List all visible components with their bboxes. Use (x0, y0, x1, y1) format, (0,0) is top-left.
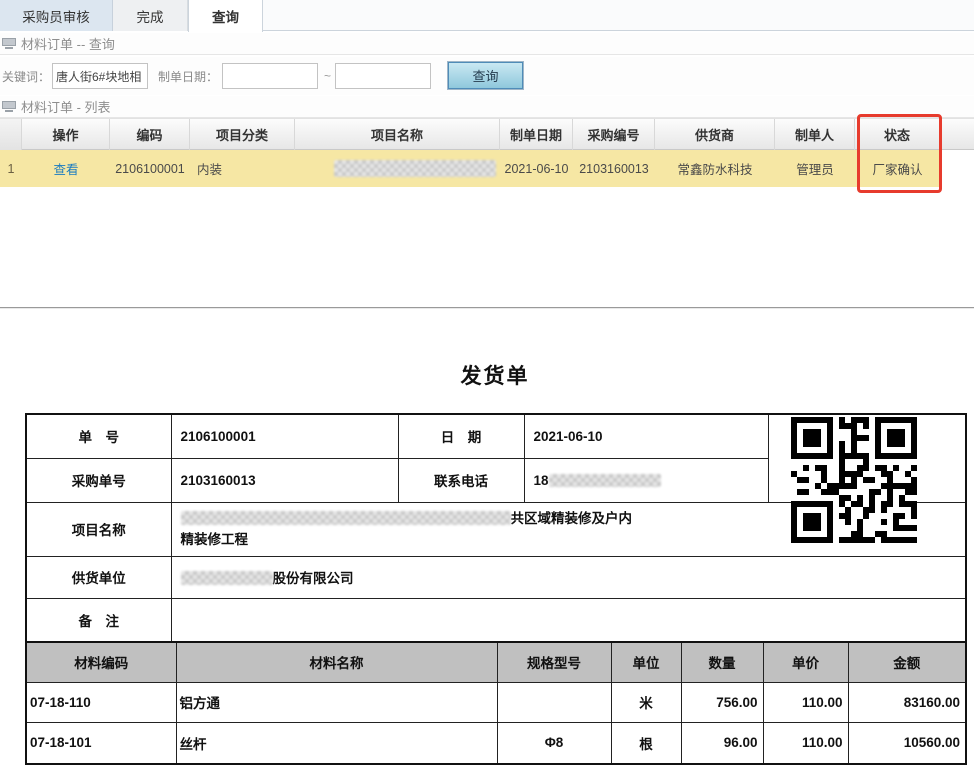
view-link[interactable]: 查看 (53, 159, 78, 178)
supplier-value: 股份有限公司 (171, 556, 966, 598)
app-screen: 采购员审核 完成 查询 材料订单 -- 查询 关键词： 制单日期： ~ 查询 材… (0, 0, 974, 767)
col-supplier: 供货商 (655, 119, 775, 150)
creator-cell: 管理员 (775, 150, 855, 187)
redacted-project-prefix (181, 511, 511, 525)
order-no-value: 2106100001 (171, 414, 398, 458)
materials-table: 材料编码 材料名称 规格型号 单位 数量 单价 金额 07-18-110 铝方通… (25, 641, 967, 765)
redacted-phone (549, 474, 661, 487)
row-number-header (0, 119, 22, 150)
project-visible-text: 共区域精装修及户内 (511, 511, 633, 526)
mat-name: 铝方通 (176, 682, 497, 722)
order-date-cell: 2021-06-10 (500, 150, 573, 187)
keyword-input[interactable] (52, 63, 148, 89)
qr-finder-icon (791, 417, 833, 459)
mat-price: 110.00 (763, 722, 848, 764)
col-purchase-no: 采购编号 (573, 119, 655, 150)
project-label: 项目名称 (26, 502, 171, 556)
row-number: 1 (0, 150, 22, 187)
purchase-no-cell: 2103160013 (573, 150, 655, 187)
delivery-note: 单 号 2106100001 日 期 2021-06-10 采购单号 21031… (25, 413, 965, 765)
phone-label: 联系电话 (398, 458, 524, 502)
qr-finder-icon (791, 501, 833, 543)
mat-code: 07-18-101 (26, 722, 176, 764)
document-title: 发货单 (25, 360, 965, 390)
material-row: 07-18-101 丝杆 Φ8 根 96.00 110.00 10560.00 (26, 722, 966, 764)
supplier-cell: 常鑫防水科技 (655, 150, 775, 187)
status-cell: 厂家确认 (855, 150, 940, 187)
panel-divider (0, 307, 974, 309)
redacted-project-name (334, 160, 496, 177)
mat-col-code: 材料编码 (26, 642, 176, 682)
tab-purchaser-review[interactable]: 采购员审核 (0, 0, 113, 31)
query-section-title: 材料订单 -- 查询 (21, 34, 115, 53)
tab-label: 查询 (212, 6, 239, 26)
col-order-date: 制单日期 (500, 119, 573, 150)
col-code: 编码 (110, 119, 190, 150)
qr-finder-icon (875, 417, 917, 459)
mat-qty: 756.00 (681, 682, 763, 722)
qr-code (791, 417, 917, 543)
date-value: 2021-06-10 (524, 414, 768, 458)
mat-col-price: 单价 (763, 642, 848, 682)
category-cell: 内装 (190, 150, 295, 187)
tab-label: 采购员审核 (22, 6, 90, 26)
list-section-title: 材料订单 - 列表 (21, 97, 111, 116)
mat-col-amount: 金额 (848, 642, 966, 682)
mat-amount: 83160.00 (848, 682, 966, 722)
date-label: 日 期 (398, 414, 524, 458)
tab-complete[interactable]: 完成 (113, 0, 188, 31)
query-toolbar: 关键词： 制单日期： ~ 查询 (0, 57, 974, 95)
phone-prefix: 18 (534, 473, 549, 488)
mat-col-name: 材料名称 (176, 642, 497, 682)
mat-qty: 96.00 (681, 722, 763, 764)
mat-spec (497, 682, 611, 722)
col-status: 状态 (855, 119, 940, 150)
project-name-cell (295, 150, 500, 187)
material-row: 07-18-110 铝方通 米 756.00 110.00 83160.00 (26, 682, 966, 722)
mat-unit: 根 (611, 722, 681, 764)
redacted-supplier-prefix (181, 571, 273, 585)
remark-label: 备 注 (26, 598, 171, 642)
list-table-header: 操作 编码 项目分类 项目名称 制单日期 采购编号 供货商 制单人 状态 (0, 118, 974, 150)
mat-amount: 10560.00 (848, 722, 966, 764)
range-separator: ~ (324, 69, 331, 83)
supplier-visible-text: 股份有限公司 (273, 571, 354, 586)
order-no-label: 单 号 (26, 414, 171, 458)
monitor-icon (2, 38, 16, 49)
monitor-icon (2, 101, 16, 112)
col-filler (940, 119, 974, 150)
list-section-header: 材料订单 - 列表 (0, 96, 974, 118)
mat-name: 丝杆 (176, 722, 497, 764)
date-from-input[interactable] (222, 63, 318, 89)
mat-col-spec: 规格型号 (497, 642, 611, 682)
tab-query-active[interactable]: 查询 (188, 0, 263, 32)
date-label: 制单日期： (158, 68, 218, 85)
query-section-header: 材料订单 -- 查询 (0, 33, 974, 55)
col-creator: 制单人 (775, 119, 855, 150)
mat-spec: Φ8 (497, 722, 611, 764)
code-cell: 2106100001 (110, 150, 190, 187)
remark-value (171, 598, 966, 642)
action-cell: 查看 (22, 150, 110, 187)
mat-col-unit: 单位 (611, 642, 681, 682)
col-category: 项目分类 (190, 119, 295, 150)
col-project-name: 项目名称 (295, 119, 500, 150)
purchase-no-value: 2103160013 (171, 458, 398, 502)
col-action: 操作 (22, 119, 110, 150)
mat-unit: 米 (611, 682, 681, 722)
date-to-input[interactable] (335, 63, 431, 89)
table-row[interactable]: 1 查看 2106100001 内装 2021-06-10 2103160013… (0, 150, 940, 187)
phone-value: 18 (524, 458, 768, 502)
mat-price: 110.00 (763, 682, 848, 722)
mat-code: 07-18-110 (26, 682, 176, 722)
search-button[interactable]: 查询 (448, 62, 523, 89)
tab-bar: 采购员审核 完成 查询 (0, 0, 974, 31)
tab-label: 完成 (137, 6, 164, 26)
supplier-label: 供货单位 (26, 556, 171, 598)
mat-col-qty: 数量 (681, 642, 763, 682)
keyword-label: 关键词： (2, 68, 50, 85)
purchase-no-label: 采购单号 (26, 458, 171, 502)
